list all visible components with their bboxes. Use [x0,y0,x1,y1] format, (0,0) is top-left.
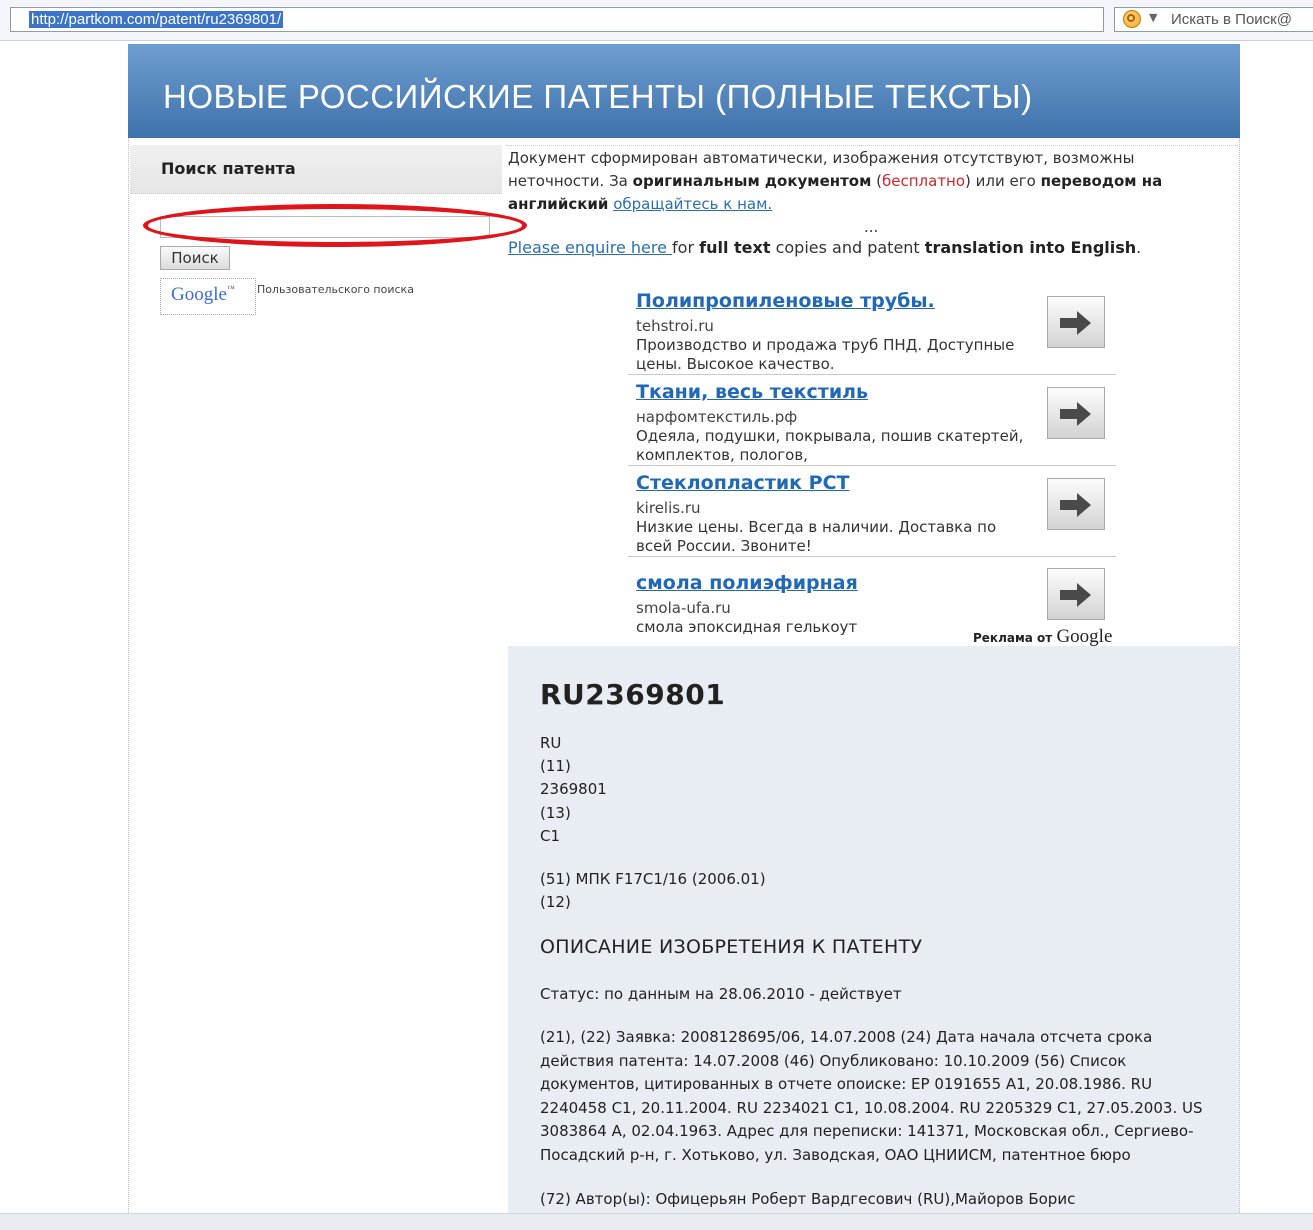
ad-item[interactable]: Стеклопластик РСТ kirelis.ru Низкие цены… [628,472,1116,556]
google-tm: ™ [226,284,235,293]
sidebar-header: Поиск патента [130,145,502,194]
sidebar-title: Поиск патента [161,159,296,178]
patent-document: RU2369801 RU (11) 2369801 (13) C1 (51) М… [508,646,1239,1229]
browser-search-box[interactable]: ▼ Искать в Поиск@ [1114,7,1313,32]
ad-domain: kirelis.ru [636,499,701,517]
ads-attribution-prefix: Реклама от [973,631,1057,645]
english-text-1: for [672,238,700,257]
site-header: НОВЫЕ РОССИЙСКИЕ ПАТЕНТЫ (ПОЛНЫЕ ТЕКСТЫ) [128,44,1240,138]
bib-kind: C1 [540,827,561,845]
english-full-text: full text [699,238,771,257]
ad-title[interactable]: Полипропиленовые трубы. [636,290,935,312]
ad-divider [628,465,1116,466]
bib-code-12: (12) [540,893,571,911]
chevron-down-icon[interactable]: ▼ [1149,11,1157,24]
notice-ellipsis: ... [864,218,879,236]
browser-search-placeholder: Искать в Поиск@ [1171,11,1292,28]
notice-paren-close: ) или его [965,172,1041,190]
english-enquiry-line: Please enquire here for full text copies… [508,238,1141,257]
google-logo: Google™ [171,284,235,306]
enquire-here-link[interactable]: Please enquire here [508,238,672,257]
ad-description: Низкие цены. Всегда в наличии. Доставка … [636,518,997,555]
ipc-classification: (51) МПК F17C1/16 (2006.01) [540,870,766,888]
address-bar[interactable]: http://partkom.com/patent/ru2369801/ [10,7,1104,32]
patent-number: RU2369801 [540,678,726,711]
bib-country: RU [540,734,562,752]
notice-free: бесплатно [882,172,966,190]
google-logo-text: Google [171,284,227,305]
red-highlight-ellipse [143,204,527,247]
notice-paren-open: ( [871,172,882,190]
ad-domain: tehstroi.ru [636,317,714,335]
ads-attribution[interactable]: Реклама от Google [973,626,1112,648]
arrow-right-icon[interactable] [1047,296,1105,348]
custom-search-label: Пользовательского поиска [257,283,414,296]
browser-toolbar: http://partkom.com/patent/ru2369801/ ▼ И… [0,0,1313,41]
ad-description: Производство и продажа труб ПНД. Доступн… [636,336,1015,373]
ad-domain: нарфомтекстиль.рф [636,408,798,426]
english-translation: translation into English [924,238,1137,257]
site-title: НОВЫЕ РОССИЙСКИЕ ПАТЕНТЫ (ПОЛНЫЕ ТЕКСТЫ) [163,78,1033,115]
search-button[interactable]: Поиск [160,246,230,270]
arrow-right-icon[interactable] [1047,478,1105,530]
english-text-2: copies and patent [770,238,925,257]
page-right-border [1239,138,1240,1229]
page-left-border [128,138,129,1229]
english-text-end: . [1136,238,1142,257]
ad-title[interactable]: Ткани, весь текстиль [636,381,868,403]
ad-title[interactable]: Стеклопластик РСТ [636,472,850,494]
ad-description: Одеяла, подушки, покрывала, пошив скатер… [636,427,1024,464]
notice-original-doc: оригинальным документом [632,172,872,190]
browser-status-bar [0,1213,1313,1230]
url-text: http://partkom.com/patent/ru2369801/ [29,11,284,28]
google-badge[interactable]: Google™ [160,278,256,315]
notice-text: Документ сформирован автоматически, изоб… [508,147,1228,216]
bib-code-13: (13) [540,804,571,822]
search-engine-icon[interactable] [1123,10,1141,28]
ad-domain: smola-ufa.ru [636,599,731,617]
bib-number: 2369801 [540,780,607,798]
notice-box: Документ сформирован автоматически, изоб… [506,145,1238,213]
ad-divider [628,556,1116,557]
ads-google-brand: Google [1056,626,1113,647]
arrow-right-icon[interactable] [1047,387,1105,439]
patent-authors: (72) Автор(ы): Офицерьян Роберт Вардгесо… [540,1190,1076,1208]
ad-divider [628,374,1116,375]
ad-item[interactable]: Полипропиленовые трубы. tehstroi.ru Прои… [628,290,1116,374]
patent-status: Статус: по данным на 28.06.2010 - действ… [540,985,902,1003]
document-title: ОПИСАНИЕ ИЗОБРЕТЕНИЯ К ПАТЕНТУ [540,936,923,958]
bib-code-11: (11) [540,757,571,775]
ad-title[interactable]: смола полиэфирная [636,572,858,594]
contact-us-link[interactable]: обращайтесь к нам. [613,195,772,213]
application-details: (21), (22) Заявка: 2008128695/06, 14.07.… [540,1028,1203,1164]
arrow-right-icon[interactable] [1047,568,1105,620]
ad-item[interactable]: Ткани, весь текстиль нарфомтекстиль.рф О… [628,381,1116,465]
